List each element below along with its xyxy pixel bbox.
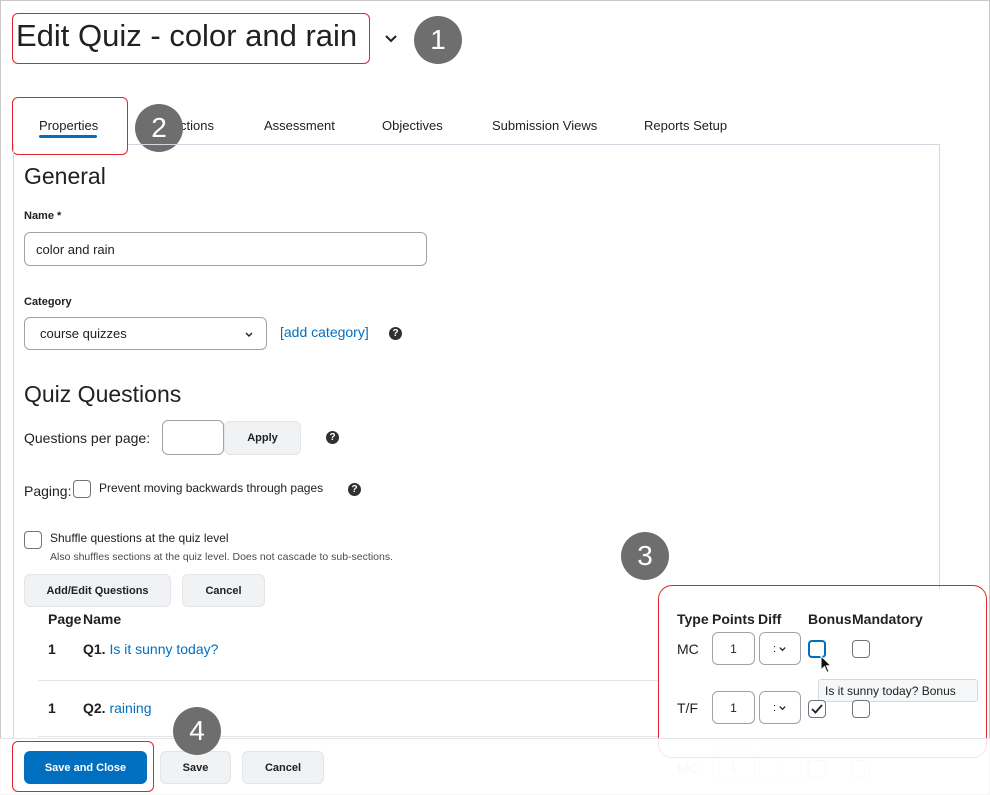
col-header-page: Page — [48, 611, 82, 627]
paging-label: Paging: — [24, 483, 72, 499]
apply-button[interactable]: Apply — [224, 421, 301, 455]
chevron-down-icon — [245, 332, 253, 337]
row1-question: Q1. Is it sunny today? — [83, 641, 219, 657]
callout-1: 1 — [414, 16, 462, 64]
cancel-questions-button[interactable]: Cancel — [182, 574, 265, 607]
name-label: Name * — [24, 210, 62, 222]
help-icon[interactable]: ? — [348, 483, 361, 496]
tab-divider — [128, 144, 940, 145]
help-icon[interactable]: ? — [389, 327, 402, 340]
category-label: Category — [24, 296, 72, 308]
cancel-button[interactable]: Cancel — [242, 751, 324, 784]
quiz-questions-heading: Quiz Questions — [24, 381, 182, 407]
add-edit-questions-button[interactable]: Add/Edit Questions — [24, 574, 171, 607]
shuffle-label: Shuffle questions at the quiz level — [50, 531, 229, 545]
callout-3: 3 — [621, 532, 669, 580]
question-link[interactable]: raining — [109, 700, 151, 716]
questions-per-page-input[interactable] — [162, 420, 224, 455]
save-button[interactable]: Save — [160, 751, 231, 784]
tab-submission-views[interactable]: Submission Views — [492, 118, 597, 133]
question-link[interactable]: Is it sunny today? — [109, 641, 218, 657]
panel-border-left — [13, 144, 14, 740]
shuffle-note: Also shuffles sections at the quiz level… — [50, 551, 393, 563]
highlight-question-options — [658, 585, 987, 758]
chevron-down-icon[interactable] — [383, 30, 399, 46]
category-select[interactable]: course quizzes — [24, 317, 267, 350]
tab-objectives[interactable]: Objectives — [382, 118, 443, 133]
highlight-title — [12, 13, 370, 64]
row1-page: 1 — [48, 641, 56, 657]
name-field[interactable]: color and rain — [24, 232, 427, 266]
tab-reports-setup[interactable]: Reports Setup — [644, 118, 727, 133]
category-select-value: course quizzes — [40, 326, 127, 341]
row-divider — [38, 680, 658, 681]
highlight-save-and-close — [12, 741, 154, 792]
row2-question: Q2. raining — [83, 700, 152, 716]
row2-page: 1 — [48, 700, 56, 716]
add-category-link[interactable]: [add category] — [280, 324, 369, 340]
callout-4: 4 — [173, 707, 221, 755]
panel-border-right — [939, 144, 940, 589]
questions-per-page-label: Questions per page: — [24, 430, 151, 446]
highlight-properties-tab — [12, 97, 128, 155]
prevent-back-label: Prevent moving backwards through pages — [99, 481, 324, 495]
name-field-value: color and rain — [36, 241, 115, 257]
shuffle-checkbox[interactable] — [24, 531, 42, 549]
row-divider — [38, 736, 658, 737]
tab-assessment[interactable]: Assessment — [264, 118, 335, 133]
prevent-back-checkbox[interactable] — [73, 480, 91, 498]
tab-restrictions[interactable]: ctions — [180, 118, 214, 133]
col-header-name: Name — [83, 611, 122, 627]
help-icon[interactable]: ? — [326, 431, 339, 444]
general-heading: General — [24, 163, 106, 189]
